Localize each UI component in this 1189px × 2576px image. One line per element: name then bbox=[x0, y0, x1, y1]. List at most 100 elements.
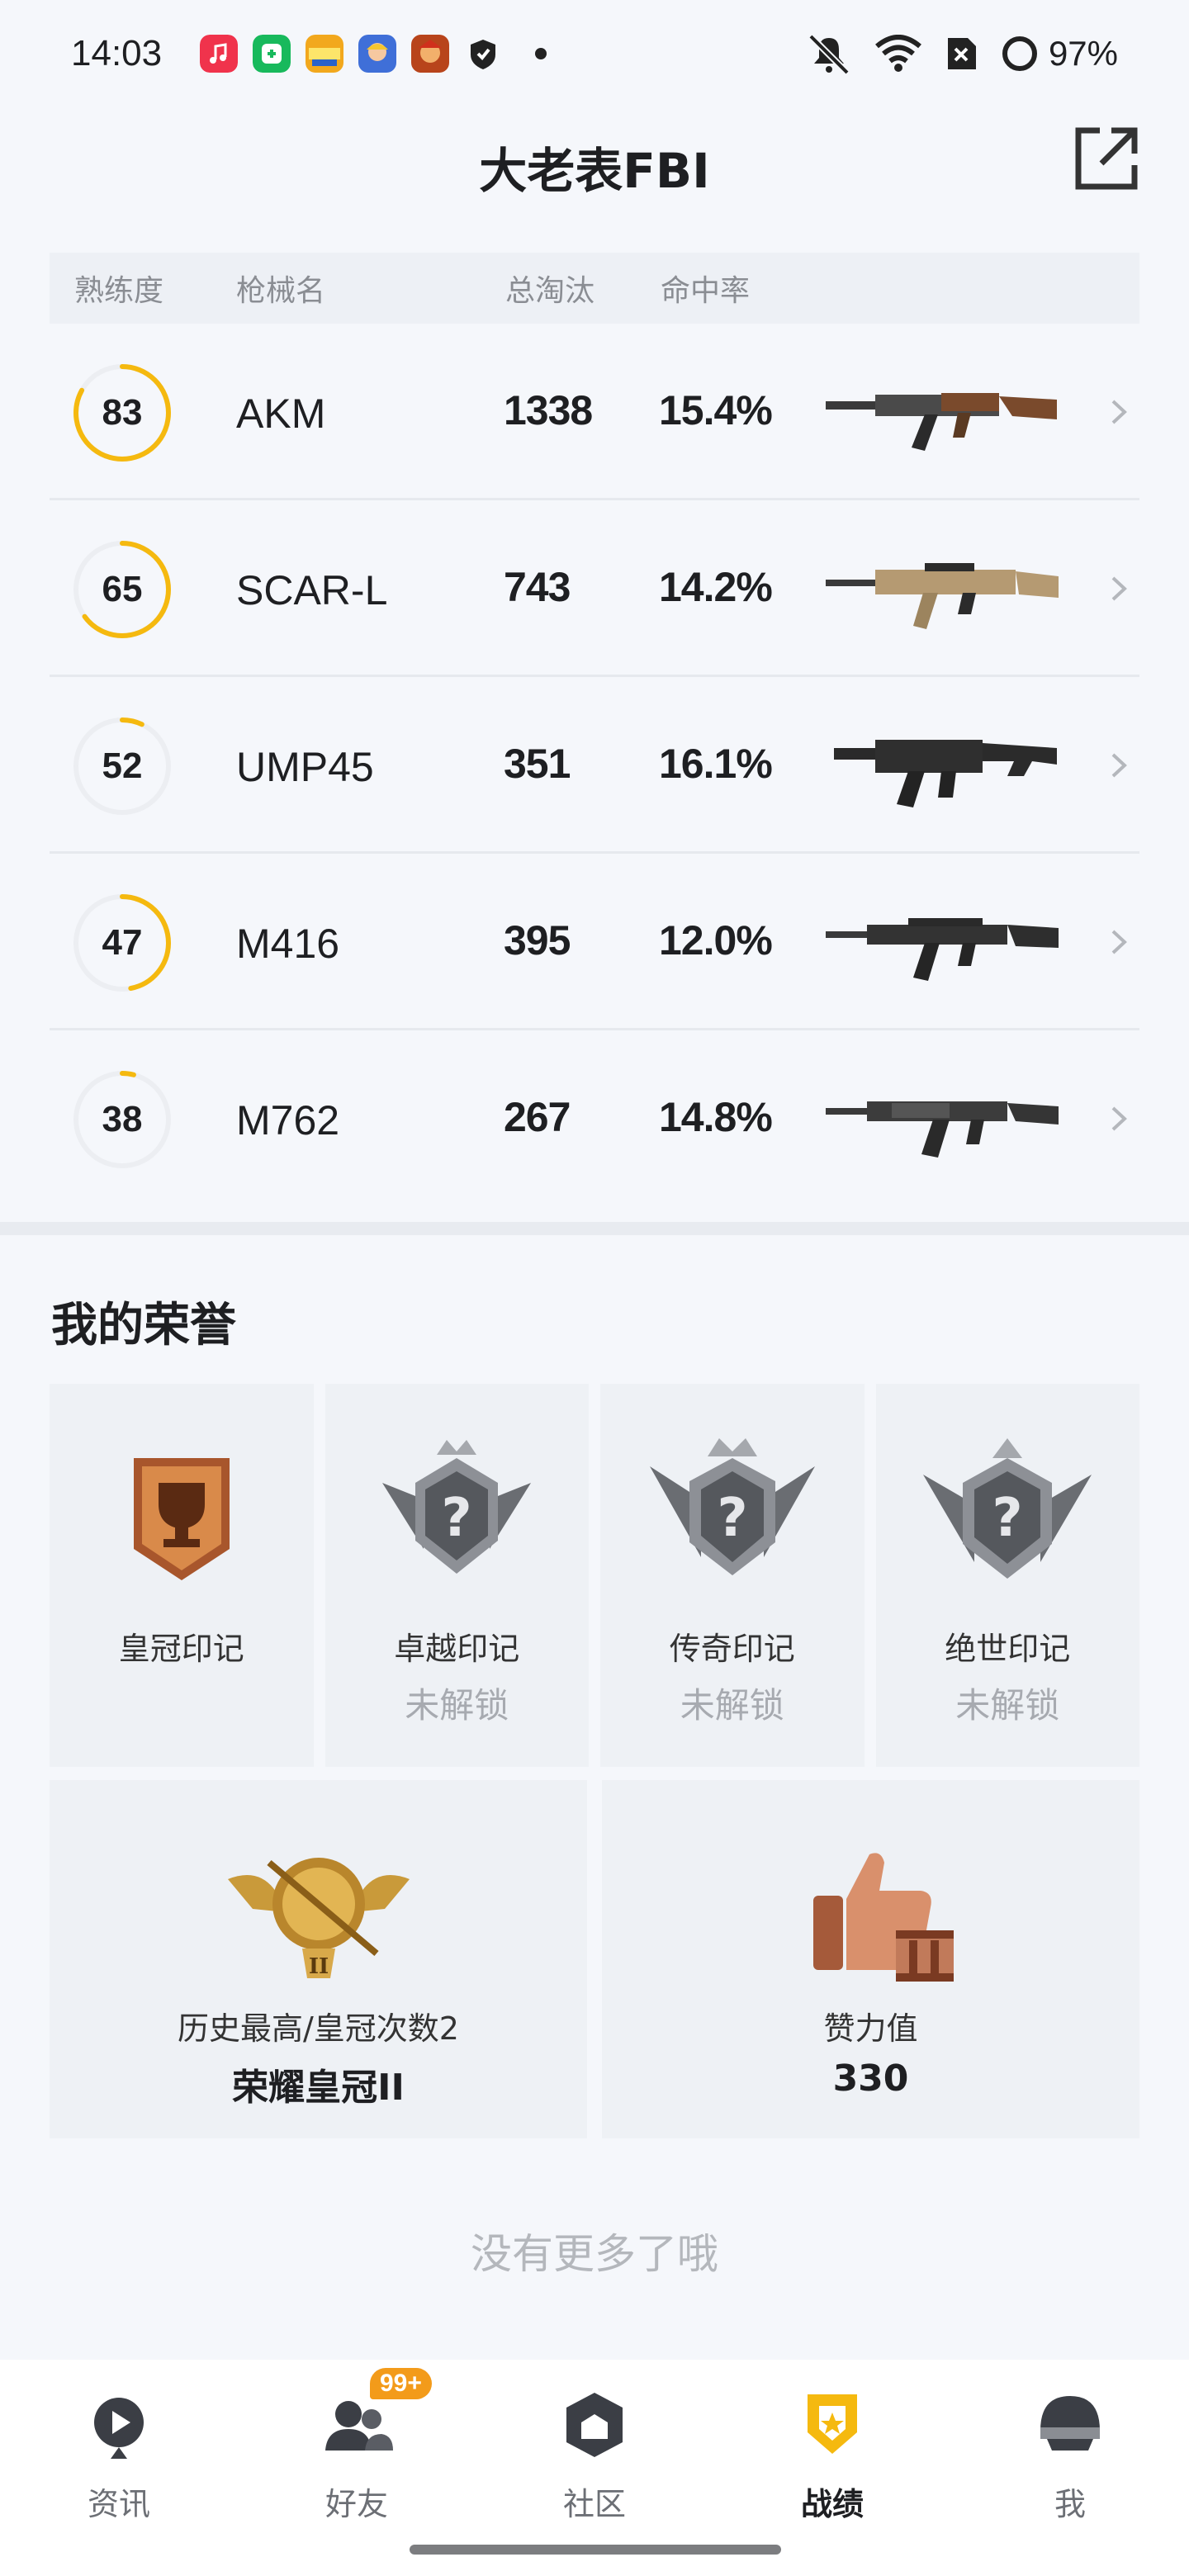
nav-item-record[interactable]: 战绩 bbox=[713, 2360, 951, 2576]
crown-rank-icon: II bbox=[227, 1858, 410, 1979]
game3-app-icon bbox=[411, 35, 450, 73]
history-rank-card[interactable]: II 历史最高/皇冠次数2 荣耀皇冠II bbox=[50, 1780, 587, 2138]
helmet-icon bbox=[1040, 2396, 1100, 2451]
nav-label: 社区 bbox=[562, 2486, 626, 2522]
nav-label: 战绩 bbox=[800, 2486, 864, 2522]
badge-card-excellence[interactable]: ? 卓越印记 未解锁 bbox=[324, 1384, 589, 1767]
weapon-list: 83 AKM 1338 15.4% 65 SCAR-L 743 14.2% 52… bbox=[50, 324, 1139, 1207]
header-total-kills: 总淘汰 bbox=[505, 274, 595, 308]
end-of-list-text: 没有更多了哦 bbox=[471, 2230, 718, 2278]
badge-status: 未解锁 bbox=[955, 1685, 1060, 1726]
record-icon bbox=[808, 2394, 857, 2454]
sim-off-icon bbox=[947, 38, 976, 69]
shield-app-icon bbox=[471, 40, 496, 69]
weapon-name: UMP45 bbox=[236, 744, 374, 790]
weapon-row[interactable]: 52 UMP45 351 16.1% bbox=[50, 677, 1139, 854]
likes-card[interactable]: 赞力值 330 bbox=[602, 1780, 1139, 2138]
status-right: 97% bbox=[806, 0, 1118, 107]
badge-status: 未解锁 bbox=[680, 1685, 784, 1726]
play-icon bbox=[94, 2398, 144, 2459]
m762-rifle-icon bbox=[826, 1101, 1059, 1158]
badge-name: 绝世印记 bbox=[945, 1631, 1071, 1667]
weapon-hit-rate: 14.8% bbox=[659, 1094, 773, 1140]
mute-icon bbox=[808, 34, 850, 74]
weapon-hit-rate: 12.0% bbox=[659, 917, 773, 964]
weapon-hit-rate: 16.1% bbox=[659, 741, 773, 787]
weapon-hit-rate: 14.2% bbox=[659, 564, 773, 610]
header-hit-rate: 命中率 bbox=[661, 274, 751, 308]
weapon-row[interactable]: 65 SCAR-L 743 14.2% bbox=[50, 500, 1139, 677]
history-label: 历史最高/皇冠次数2 bbox=[178, 2010, 459, 2047]
badge-name: 卓越印记 bbox=[394, 1631, 520, 1667]
chevron-right-icon bbox=[1111, 1106, 1127, 1131]
chevron-right-icon bbox=[1111, 753, 1127, 778]
home-indicator[interactable] bbox=[410, 2545, 781, 2555]
badge-status: 未解锁 bbox=[405, 1685, 509, 1726]
locked-badge-icon: ? bbox=[382, 1440, 532, 1574]
battery-icon bbox=[1002, 36, 1037, 71]
honors-title: 我的荣誉 bbox=[51, 1299, 236, 1352]
svg-text:?: ? bbox=[992, 1488, 1023, 1549]
section-divider bbox=[0, 1222, 1189, 1235]
nav-label: 我 bbox=[1054, 2486, 1086, 2522]
badge-card-legend[interactable]: ? 传奇印记 未解锁 bbox=[600, 1384, 865, 1767]
nav-item-community[interactable]: 社区 bbox=[476, 2360, 713, 2576]
badge-card-peerless[interactable]: ? 绝世印记 未解锁 bbox=[875, 1384, 1139, 1767]
weapon-table-header: 熟练度 枪械名 总淘汰 命中率 bbox=[50, 253, 1139, 324]
ump45-smg-icon bbox=[834, 740, 1057, 807]
akm-rifle-icon bbox=[826, 393, 1057, 451]
locked-badge-icon: ? bbox=[649, 1438, 815, 1575]
dot-icon bbox=[535, 48, 547, 59]
weapon-row[interactable]: 83 AKM 1338 15.4% bbox=[50, 324, 1139, 500]
nav-item-friends[interactable]: 99+ 好友 bbox=[238, 2360, 476, 2576]
chevron-right-icon bbox=[1111, 576, 1127, 601]
likes-value: 330 bbox=[832, 2057, 909, 2100]
notification-icons bbox=[200, 35, 547, 73]
chevron-right-icon bbox=[1111, 930, 1127, 954]
weapon-kills: 743 bbox=[504, 564, 571, 610]
badge-name: 传奇印记 bbox=[669, 1631, 795, 1667]
friends-notification-badge: 99+ bbox=[370, 2368, 432, 2399]
badge-card-crown[interactable]: 皇冠印记 bbox=[50, 1384, 314, 1767]
svg-text:II: II bbox=[308, 1954, 328, 1979]
badge-grid: 皇冠印记 ? 卓越印记 未解锁 ? 传奇印记 未解锁 ? 绝世印记 未解锁 bbox=[50, 1384, 1139, 1767]
vpn-app-icon bbox=[253, 35, 291, 73]
share-icon[interactable] bbox=[1073, 125, 1139, 192]
honor-summary-grid: II 历史最高/皇冠次数2 荣耀皇冠II 赞力值 330 bbox=[50, 1780, 1139, 2138]
svg-text:?: ? bbox=[442, 1488, 472, 1549]
header-proficiency: 熟练度 bbox=[74, 274, 164, 308]
page-header: 大老表FBI bbox=[0, 116, 1189, 215]
proficiency-value: 38 bbox=[102, 1099, 143, 1139]
community-icon bbox=[566, 2393, 623, 2457]
music-app-icon bbox=[200, 35, 239, 73]
chevron-right-icon bbox=[1111, 400, 1127, 424]
svg-text:?: ? bbox=[717, 1488, 747, 1549]
weapon-kills: 267 bbox=[504, 1094, 571, 1140]
game-app-icon bbox=[306, 35, 344, 73]
weapon-name: SCAR-L bbox=[236, 567, 388, 613]
weapon-kills: 351 bbox=[504, 741, 571, 787]
weapon-name: M762 bbox=[236, 1097, 340, 1144]
status-bar: 14:03 97% bbox=[0, 0, 1189, 107]
locked-badge-icon: ? bbox=[923, 1438, 1092, 1579]
scar-rifle-icon bbox=[826, 563, 1059, 629]
weapon-kills: 1338 bbox=[504, 387, 593, 433]
weapon-name: AKM bbox=[236, 391, 326, 437]
nav-label: 资讯 bbox=[87, 2486, 150, 2522]
history-value: 荣耀皇冠II bbox=[232, 2067, 405, 2109]
proficiency-value: 65 bbox=[102, 569, 143, 609]
proficiency-value: 52 bbox=[102, 746, 143, 786]
weapon-row[interactable]: 47 M416 395 12.0% bbox=[50, 854, 1139, 1030]
game2-app-icon bbox=[358, 35, 397, 73]
page-title: 大老表FBI bbox=[479, 143, 710, 199]
nav-item-news[interactable]: 资讯 bbox=[0, 2360, 238, 2576]
thumbs-up-icon bbox=[812, 1853, 954, 1982]
weapon-hit-rate: 15.4% bbox=[659, 387, 773, 433]
header-weapon-name: 枪械名 bbox=[236, 274, 326, 308]
weapon-name: M416 bbox=[236, 921, 340, 967]
weapon-row[interactable]: 38 M762 267 14.8% bbox=[50, 1030, 1139, 1207]
nav-label: 好友 bbox=[324, 2486, 388, 2522]
badge-name: 皇冠印记 bbox=[118, 1631, 244, 1667]
nav-item-me[interactable]: 我 bbox=[951, 2360, 1189, 2576]
weapon-kills: 395 bbox=[504, 917, 571, 964]
